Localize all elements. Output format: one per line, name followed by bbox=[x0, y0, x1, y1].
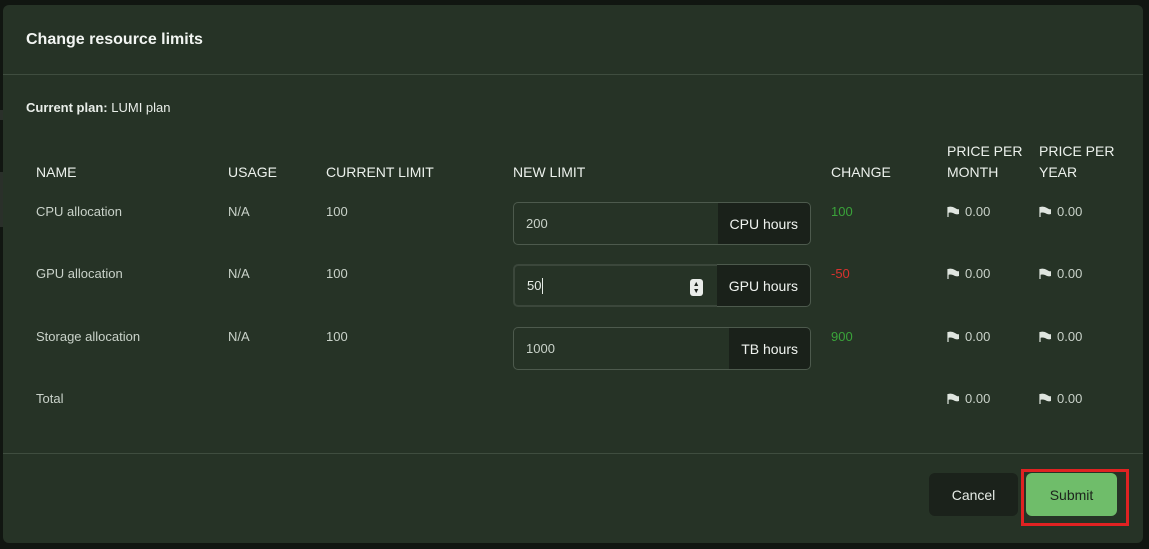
row-total-price-month: 0.00 bbox=[947, 391, 990, 406]
row-storage-current-limit: 100 bbox=[326, 329, 348, 344]
row-cpu-current-limit: 100 bbox=[326, 204, 348, 219]
row-gpu-price-month: 0.00 bbox=[947, 266, 990, 281]
header-change: CHANGE bbox=[831, 164, 891, 180]
row-gpu-current-limit: 100 bbox=[326, 266, 348, 281]
text-caret bbox=[542, 277, 544, 294]
current-plan: Current plan: LUMI plan bbox=[26, 100, 171, 115]
row-gpu-change: -50 bbox=[831, 266, 850, 281]
price-month-value: 0.00 bbox=[965, 391, 991, 406]
current-plan-value: LUMI plan bbox=[111, 100, 171, 115]
row-storage-usage: N/A bbox=[228, 329, 250, 344]
row-storage-change: 900 bbox=[831, 329, 853, 344]
euro-flag-icon bbox=[947, 268, 959, 279]
euro-flag-icon bbox=[1039, 393, 1051, 404]
gpu-limit-group: 50 ▲ ▼ GPU hours bbox=[513, 264, 811, 307]
header-price-month-line1: PRICE PER bbox=[947, 143, 1023, 159]
row-storage-name: Storage allocation bbox=[36, 329, 141, 344]
row-total-label: Total bbox=[36, 391, 64, 406]
price-year-value: 0.00 bbox=[1057, 266, 1083, 281]
row-storage-price-month: 0.00 bbox=[947, 329, 990, 344]
euro-flag-icon bbox=[947, 331, 959, 342]
header-price-month: PRICE PER MONTH bbox=[947, 141, 1022, 183]
resource-limits-dialog: Change resource limits Current plan: LUM… bbox=[3, 5, 1143, 543]
header-price-month-line2: MONTH bbox=[947, 164, 999, 180]
storage-unit-label: TB hours bbox=[729, 327, 811, 370]
euro-flag-icon bbox=[947, 206, 959, 217]
cancel-button[interactable]: Cancel bbox=[929, 473, 1018, 516]
current-plan-label: Current plan: bbox=[26, 100, 108, 115]
header-usage: USAGE bbox=[228, 164, 278, 180]
euro-flag-icon bbox=[1039, 331, 1051, 342]
header-name: NAME bbox=[36, 164, 77, 180]
cpu-limit-input[interactable]: 200 bbox=[513, 202, 718, 245]
row-gpu-usage: N/A bbox=[228, 266, 250, 281]
row-cpu-price-month: 0.00 bbox=[947, 204, 990, 219]
header-new-limit: NEW LIMIT bbox=[513, 164, 586, 180]
euro-flag-icon bbox=[947, 393, 959, 404]
header-price-year: PRICE PER YEAR bbox=[1039, 141, 1114, 183]
cpu-limit-group: 200 CPU hours bbox=[513, 202, 811, 245]
gpu-limit-input[interactable]: 50 ▲ ▼ bbox=[513, 264, 717, 307]
euro-flag-icon bbox=[1039, 268, 1051, 279]
header-current-limit: CURRENT LIMIT bbox=[326, 164, 434, 180]
euro-flag-icon bbox=[1039, 206, 1051, 217]
gpu-limit-value: 50 bbox=[527, 278, 542, 293]
row-cpu-usage: N/A bbox=[228, 204, 250, 219]
row-gpu-price-year: 0.00 bbox=[1039, 266, 1082, 281]
price-month-value: 0.00 bbox=[965, 266, 991, 281]
storage-limit-group: 1000 TB hours bbox=[513, 327, 811, 370]
dialog-title: Change resource limits bbox=[26, 30, 203, 48]
cpu-unit-label: CPU hours bbox=[717, 202, 811, 245]
price-year-value: 0.00 bbox=[1057, 329, 1083, 344]
storage-limit-input[interactable]: 1000 bbox=[513, 327, 730, 370]
row-gpu-name: GPU allocation bbox=[36, 266, 123, 281]
price-month-value: 0.00 bbox=[965, 204, 991, 219]
dialog-header: Change resource limits bbox=[3, 5, 1143, 75]
dialog-footer-divider bbox=[3, 453, 1143, 454]
row-total-price-year: 0.00 bbox=[1039, 391, 1082, 406]
row-storage-price-year: 0.00 bbox=[1039, 329, 1082, 344]
row-cpu-price-year: 0.00 bbox=[1039, 204, 1082, 219]
price-year-value: 0.00 bbox=[1057, 204, 1083, 219]
submit-button[interactable]: Submit bbox=[1026, 473, 1117, 516]
row-cpu-change: 100 bbox=[831, 204, 853, 219]
row-cpu-name: CPU allocation bbox=[36, 204, 122, 219]
header-price-year-line1: PRICE PER bbox=[1039, 143, 1115, 159]
header-price-year-line2: YEAR bbox=[1039, 164, 1078, 180]
gpu-unit-label: GPU hours bbox=[716, 264, 811, 307]
price-year-value: 0.00 bbox=[1057, 391, 1083, 406]
spin-stepper-icon[interactable]: ▲ ▼ bbox=[689, 279, 703, 296]
price-month-value: 0.00 bbox=[965, 329, 991, 344]
